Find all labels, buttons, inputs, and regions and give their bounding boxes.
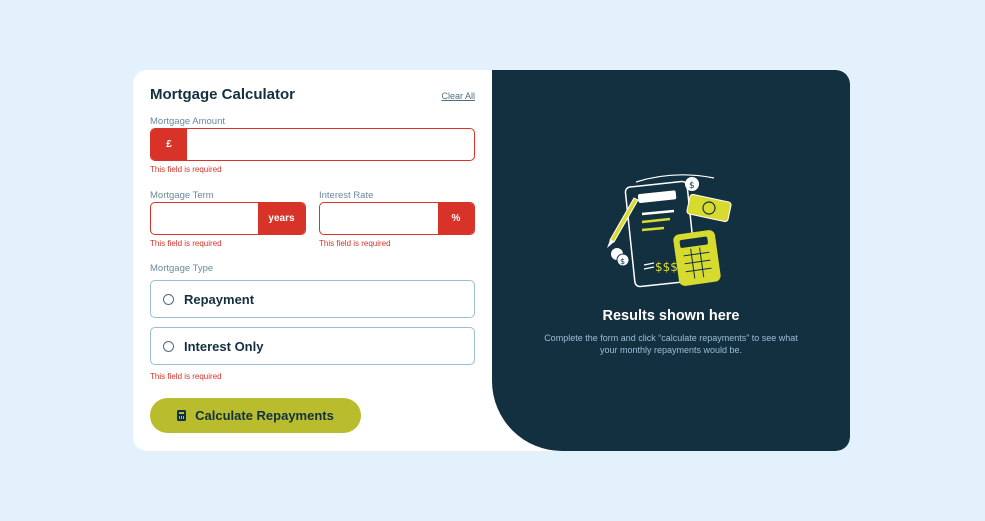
clear-all-link[interactable]: Clear All (441, 91, 475, 101)
interest-rate-field: % (319, 202, 475, 235)
radio-repayment[interactable]: Repayment (150, 280, 475, 318)
mortgage-type-label: Mortgage Type (150, 263, 214, 274)
empty-results-illustration: $$$ $ $ (607, 174, 732, 288)
mortgage-amount-input[interactable] (187, 129, 474, 160)
mortgage-term-input[interactable] (151, 203, 258, 234)
radio-repayment-label: Repayment (184, 291, 255, 307)
calculate-repayments-button[interactable]: Calculate Repayments (150, 398, 361, 433)
mortgage-amount-field: £ (150, 128, 475, 161)
calculate-repayments-label: Calculate Repayments (195, 408, 334, 423)
radio-circle-icon[interactable] (163, 340, 174, 352)
mortgage-term-error: This field is required (150, 239, 222, 248)
calculator-icon (177, 410, 187, 421)
results-panel: $$$ $ $ Results shown here Complete the … (492, 70, 850, 451)
mortgage-term-field: years (150, 202, 306, 235)
svg-text:$: $ (689, 181, 695, 191)
svg-text:$: $ (620, 257, 625, 266)
results-description: Complete the form and click “calculate r… (544, 333, 798, 355)
mortgage-term-label: Mortgage Term (150, 190, 214, 201)
interest-rate-input[interactable] (320, 203, 438, 234)
term-suffix: years (258, 203, 305, 234)
radio-circle-icon[interactable] (163, 293, 174, 305)
percent-suffix: % (438, 203, 474, 234)
interest-rate-error: This field is required (319, 239, 391, 248)
svg-text:$$$: $$$ (655, 260, 678, 274)
currency-prefix: £ (151, 129, 187, 160)
interest-rate-label: Interest Rate (319, 190, 374, 201)
page-title: Mortgage Calculator (150, 86, 296, 103)
mortgage-calculator-card: Mortgage Calculator Clear All Mortgage A… (133, 70, 850, 451)
calculator-form: Mortgage Calculator Clear All Mortgage A… (150, 70, 475, 451)
mortgage-amount-label: Mortgage Amount (150, 116, 225, 127)
radio-interest-only[interactable]: Interest Only (150, 327, 475, 365)
results-title: Results shown here (602, 308, 740, 324)
radio-interest-only-label: Interest Only (184, 338, 264, 354)
mortgage-amount-error: This field is required (150, 165, 222, 174)
mortgage-type-error: This field is required (150, 372, 222, 381)
